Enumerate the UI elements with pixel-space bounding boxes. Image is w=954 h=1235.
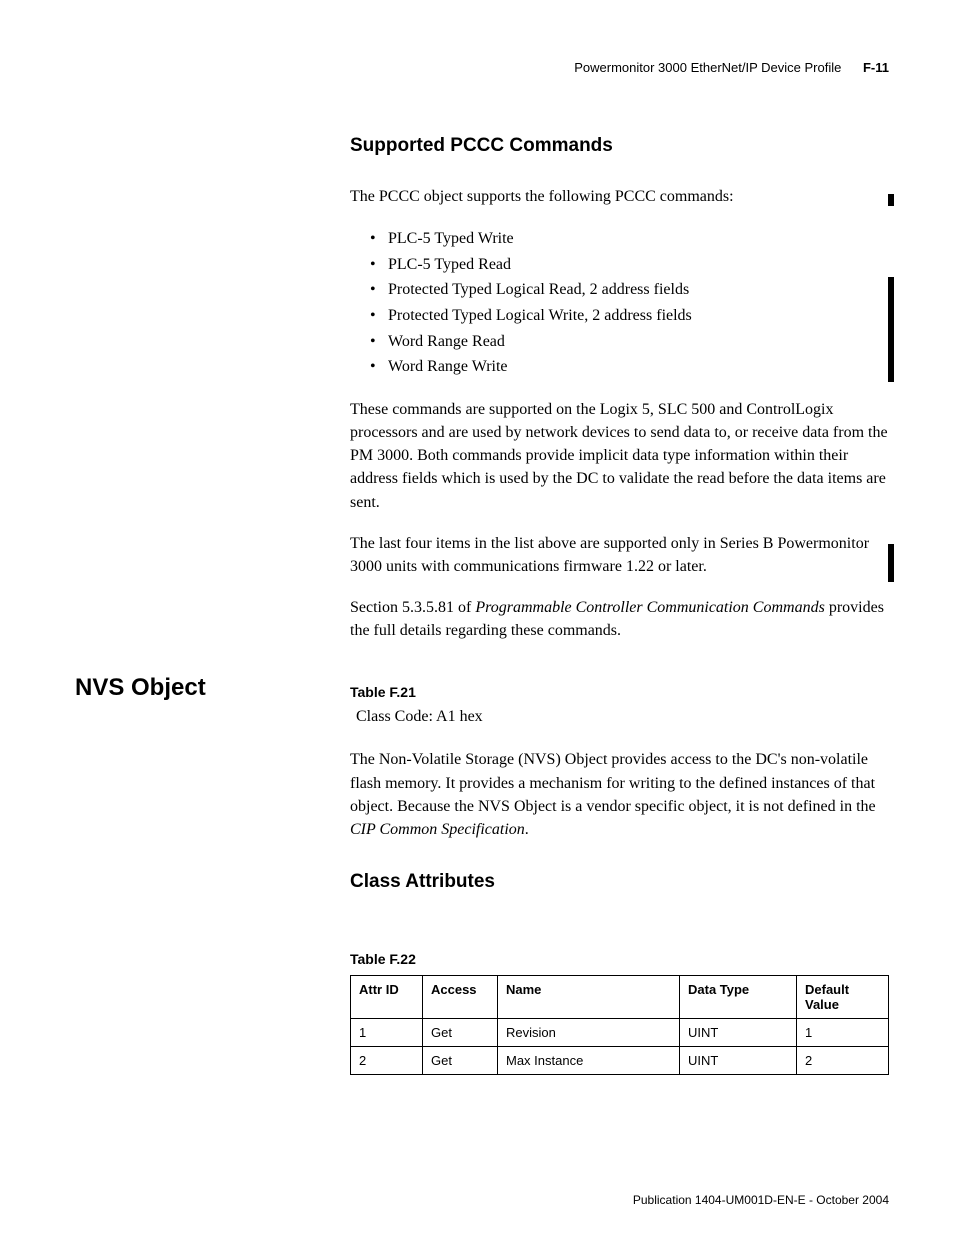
paragraph: The Non-Volatile Storage (NVS) Object pr… (350, 748, 889, 841)
footer-text: Publication 1404-UM001D-EN-E - October 2… (633, 1193, 889, 1207)
change-bar (888, 544, 894, 582)
table-caption: Table F.22 (350, 951, 889, 967)
page-number: F-11 (863, 60, 889, 75)
header-title: Powermonitor 3000 EtherNet/IP Device Pro… (574, 60, 841, 75)
class-attributes-table: Attr ID Access Name Data Type Default Va… (350, 975, 889, 1075)
command-list: PLC-5 Typed Write PLC-5 Typed Read Prote… (370, 226, 889, 380)
list-item: PLC-5 Typed Read (370, 252, 889, 278)
list-item: Word Range Read (370, 329, 889, 355)
list-item: PLC-5 Typed Write (370, 226, 889, 252)
paragraph: Section 5.3.5.81 of Programmable Control… (350, 596, 889, 642)
col-header: Default Value (797, 976, 889, 1019)
list-item: Protected Typed Logical Write, 2 address… (370, 303, 889, 329)
table-row: 1 Get Revision UINT 1 (351, 1019, 889, 1047)
col-header: Attr ID (351, 976, 423, 1019)
side-heading-nvs: NVS Object (75, 674, 206, 702)
change-bar (888, 194, 894, 206)
paragraph: These commands are supported on the Logi… (350, 398, 889, 514)
section-heading-class-attr: Class Attributes (350, 871, 889, 893)
class-code-text: Class Code: A1 hex (356, 708, 889, 726)
intro-text: The PCCC object supports the following P… (350, 185, 889, 208)
table-caption: Table F.21 (350, 684, 889, 700)
col-header: Access (423, 976, 498, 1019)
paragraph: The last four items in the list above ar… (350, 532, 889, 578)
page-header: Powermonitor 3000 EtherNet/IP Device Pro… (75, 60, 889, 75)
list-item: Word Range Write (370, 354, 889, 380)
col-header: Name (498, 976, 680, 1019)
list-item: Protected Typed Logical Read, 2 address … (370, 277, 889, 303)
col-header: Data Type (680, 976, 797, 1019)
section-heading-pccc: Supported PCCC Commands (350, 135, 889, 157)
table-row: 2 Get Max Instance UINT 2 (351, 1047, 889, 1075)
